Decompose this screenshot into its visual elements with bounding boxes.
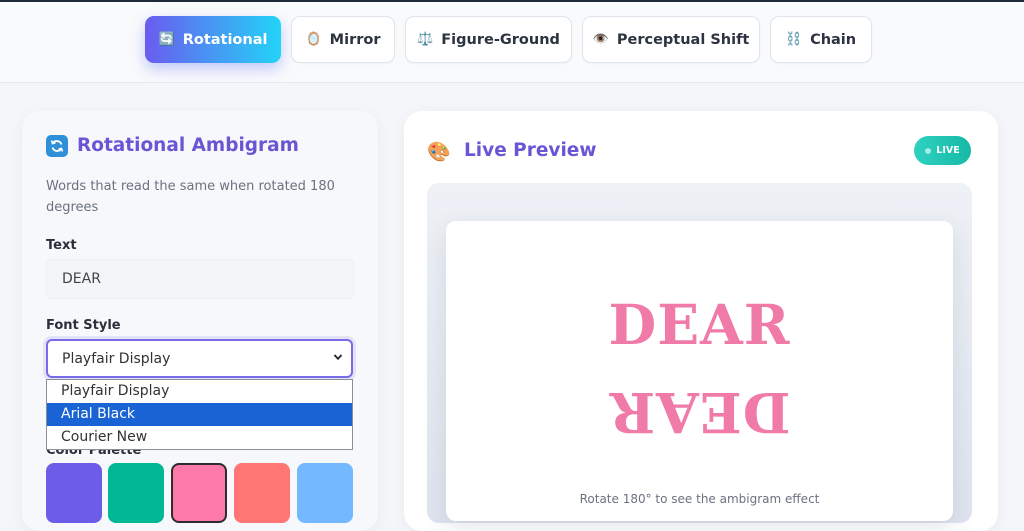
color-swatch-coral[interactable] xyxy=(234,463,290,523)
selected-font: Playfair Display xyxy=(62,350,171,367)
tab-label: Figure-Ground xyxy=(441,31,560,48)
font-style-label: Font Style xyxy=(46,318,121,333)
font-option-playfair[interactable]: Playfair Display xyxy=(47,380,352,403)
color-swatch-blue[interactable] xyxy=(297,463,353,523)
window-top-edge xyxy=(0,0,1024,2)
tab-perceptual-shift[interactable]: 👁️ Perceptual Shift xyxy=(582,16,760,63)
color-palette-label: Color Palette xyxy=(46,450,142,458)
color-swatch-green[interactable] xyxy=(108,463,164,523)
live-dot-icon xyxy=(925,147,932,154)
preview-caption: Rotate 180° to see the ambigram effect xyxy=(579,492,820,506)
font-option-arial-black[interactable]: Arial Black xyxy=(47,403,352,426)
tab-label: Mirror xyxy=(329,31,381,48)
panel-description: Words that read the same when rotated 18… xyxy=(46,179,335,215)
tab-chain[interactable]: ⛓️ Chain xyxy=(770,16,872,63)
mirror-icon: 🪞 xyxy=(305,32,322,47)
balance-scale-icon: ⚖️ xyxy=(417,32,434,47)
tab-mirror[interactable]: 🪞 Mirror xyxy=(291,16,395,63)
chain-icon: ⛓️ xyxy=(785,32,803,47)
tab-figure-ground[interactable]: ⚖️ Figure-Ground xyxy=(405,16,572,63)
tab-label: Perceptual Shift xyxy=(616,31,750,48)
eye-icon: 👁️ xyxy=(592,32,609,47)
rotate-icon xyxy=(46,135,68,157)
preview-card xyxy=(446,221,953,521)
live-badge-label: LIVE xyxy=(936,145,960,156)
font-style-select[interactable]: Playfair Display xyxy=(46,339,353,378)
tab-label: Chain xyxy=(810,31,857,48)
font-option-courier[interactable]: Courier New xyxy=(47,426,352,449)
chevron-down-icon xyxy=(333,351,343,365)
panel-title: Rotational Ambigram xyxy=(77,135,299,156)
text-input[interactable] xyxy=(46,259,354,299)
ambigram-word-rotated: DEAR xyxy=(608,380,791,445)
palette-icon: 🎨 xyxy=(427,141,451,163)
live-badge: LIVE xyxy=(914,136,971,165)
text-field-label: Text xyxy=(46,238,77,253)
font-options-list: Playfair Display Arial Black Courier New xyxy=(46,379,353,450)
color-swatch-pink[interactable] xyxy=(171,463,227,523)
color-swatch-purple[interactable] xyxy=(46,463,102,523)
rotate-icon: 🔄 xyxy=(158,32,175,47)
ambigram-word-upright: DEAR xyxy=(608,292,791,357)
tab-label: Rotational xyxy=(182,31,268,48)
preview-title: Live Preview xyxy=(464,140,597,161)
tab-rotational[interactable]: 🔄 Rotational xyxy=(145,16,281,63)
